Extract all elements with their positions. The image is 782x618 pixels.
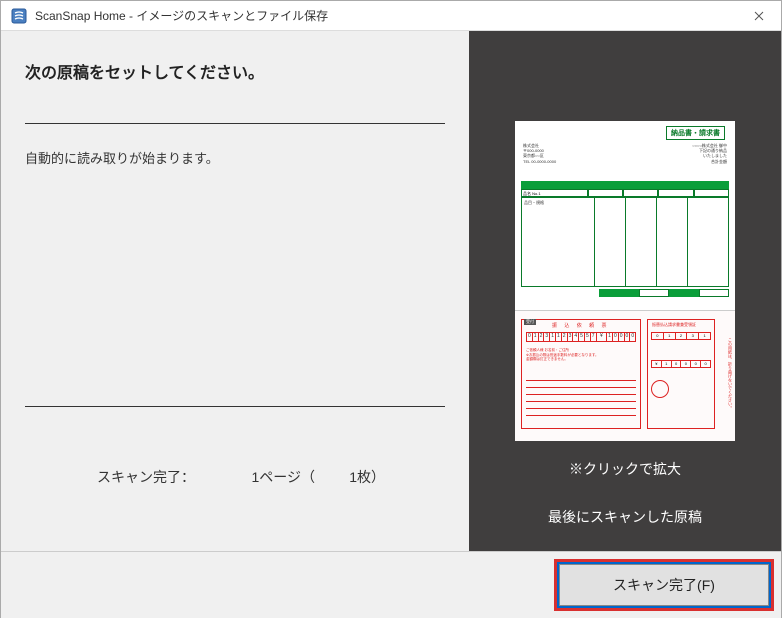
status-pages: 1ページ（ [195,467,315,487]
instruction-heading: 次の原稿をセットしてください。 [25,59,445,83]
preview-stamp-circle [651,380,669,398]
preview-receipt-nums2: ¥10000 [651,360,711,368]
scan-finish-button[interactable]: スキャン完了(F) [559,564,769,606]
preview-table-footer [521,289,729,297]
divider-bottom [25,406,445,407]
preview-slip-title: 振 込 依 頼 票 [552,322,610,329]
window-title: ScanSnap Home - イメージのスキャンとファイル保存 [35,7,739,24]
preview-slip-badge: 受付 [524,319,536,325]
scan-preview-thumbnail[interactable]: 納品書・請求書 株式会社〒000-0000東京都○○区TEL 00-0000-0… [515,121,735,441]
footer-bar: スキャン完了(F) [1,551,781,618]
right-panel: 納品書・請求書 株式会社〒000-0000東京都○○区TEL 00-0000-0… [469,31,781,551]
content-area: 次の原稿をセットしてください。 自動的に読み取りが始まります。 スキャン完了： … [1,31,781,551]
preview-doc-top: 納品書・請求書 株式会社〒000-0000東京都○○区TEL 00-0000-0… [515,121,735,311]
instruction-subtext: 自動的に読み取りが始まります。 [25,148,445,167]
app-icon [9,6,29,26]
preview-table-row1: 品名 No.1 [521,189,729,197]
sheets-unit: 枚） [357,469,385,485]
status-sheets: 1枚） [315,467,405,487]
preview-doc-bottom: 受付 振 込 依 頼 票 012311234557 ¥10000 ご依頼人様 お… [515,311,735,441]
sheets-value: 1 [349,469,357,485]
titlebar: ScanSnap Home - イメージのスキャンとファイル保存 [1,1,781,31]
scan-status-row: スキャン完了： 1ページ（ 1枚） [25,467,445,487]
preview-vertical-note: この用紙は、折り曲げないでください。 [723,319,733,429]
preview-slip-note: ご依頼人様 お名前・ご住所※お振込の際は別途手数料が必要となります。金額欄は訂正… [526,348,636,362]
preview-doc-text-right: ○○○○株式会社 御中下記の通り納品いたしました合計金額 [692,143,727,164]
preview-table-header [521,181,729,189]
spacer [25,191,445,406]
left-panel: 次の原稿をセットしてください。 自動的に読み取りが始まります。 スキャン完了： … [1,31,469,551]
preview-slip-lines [526,374,636,416]
preview-receipt-title: 振替払込請求書兼受領証 [652,322,696,328]
click-to-enlarge-hint: ※クリックで拡大 [569,459,681,479]
preview-slip-account: 012311234557 ¥10000 [526,332,636,342]
divider-top [25,123,445,124]
last-scanned-label: 最後にスキャンした原稿 [548,507,702,527]
preview-doc-title: 納品書・請求書 [666,126,725,140]
status-label: スキャン完了： [65,467,195,487]
preview-table-body: 品目・規格 [521,197,729,287]
preview-payment-slip-right: 振替払込請求書兼受領証 01231 ¥10000 [647,319,715,429]
preview-payment-slip-left: 受付 振 込 依 頼 票 012311234557 ¥10000 ご依頼人様 お… [521,319,641,429]
preview-receipt-nums1: 01231 [651,332,711,340]
pages-unit: ページ（ [259,469,315,485]
close-button[interactable] [739,2,779,30]
preview-doc-text-left: 株式会社〒000-0000東京都○○区TEL 00-0000-0000 [523,143,556,164]
